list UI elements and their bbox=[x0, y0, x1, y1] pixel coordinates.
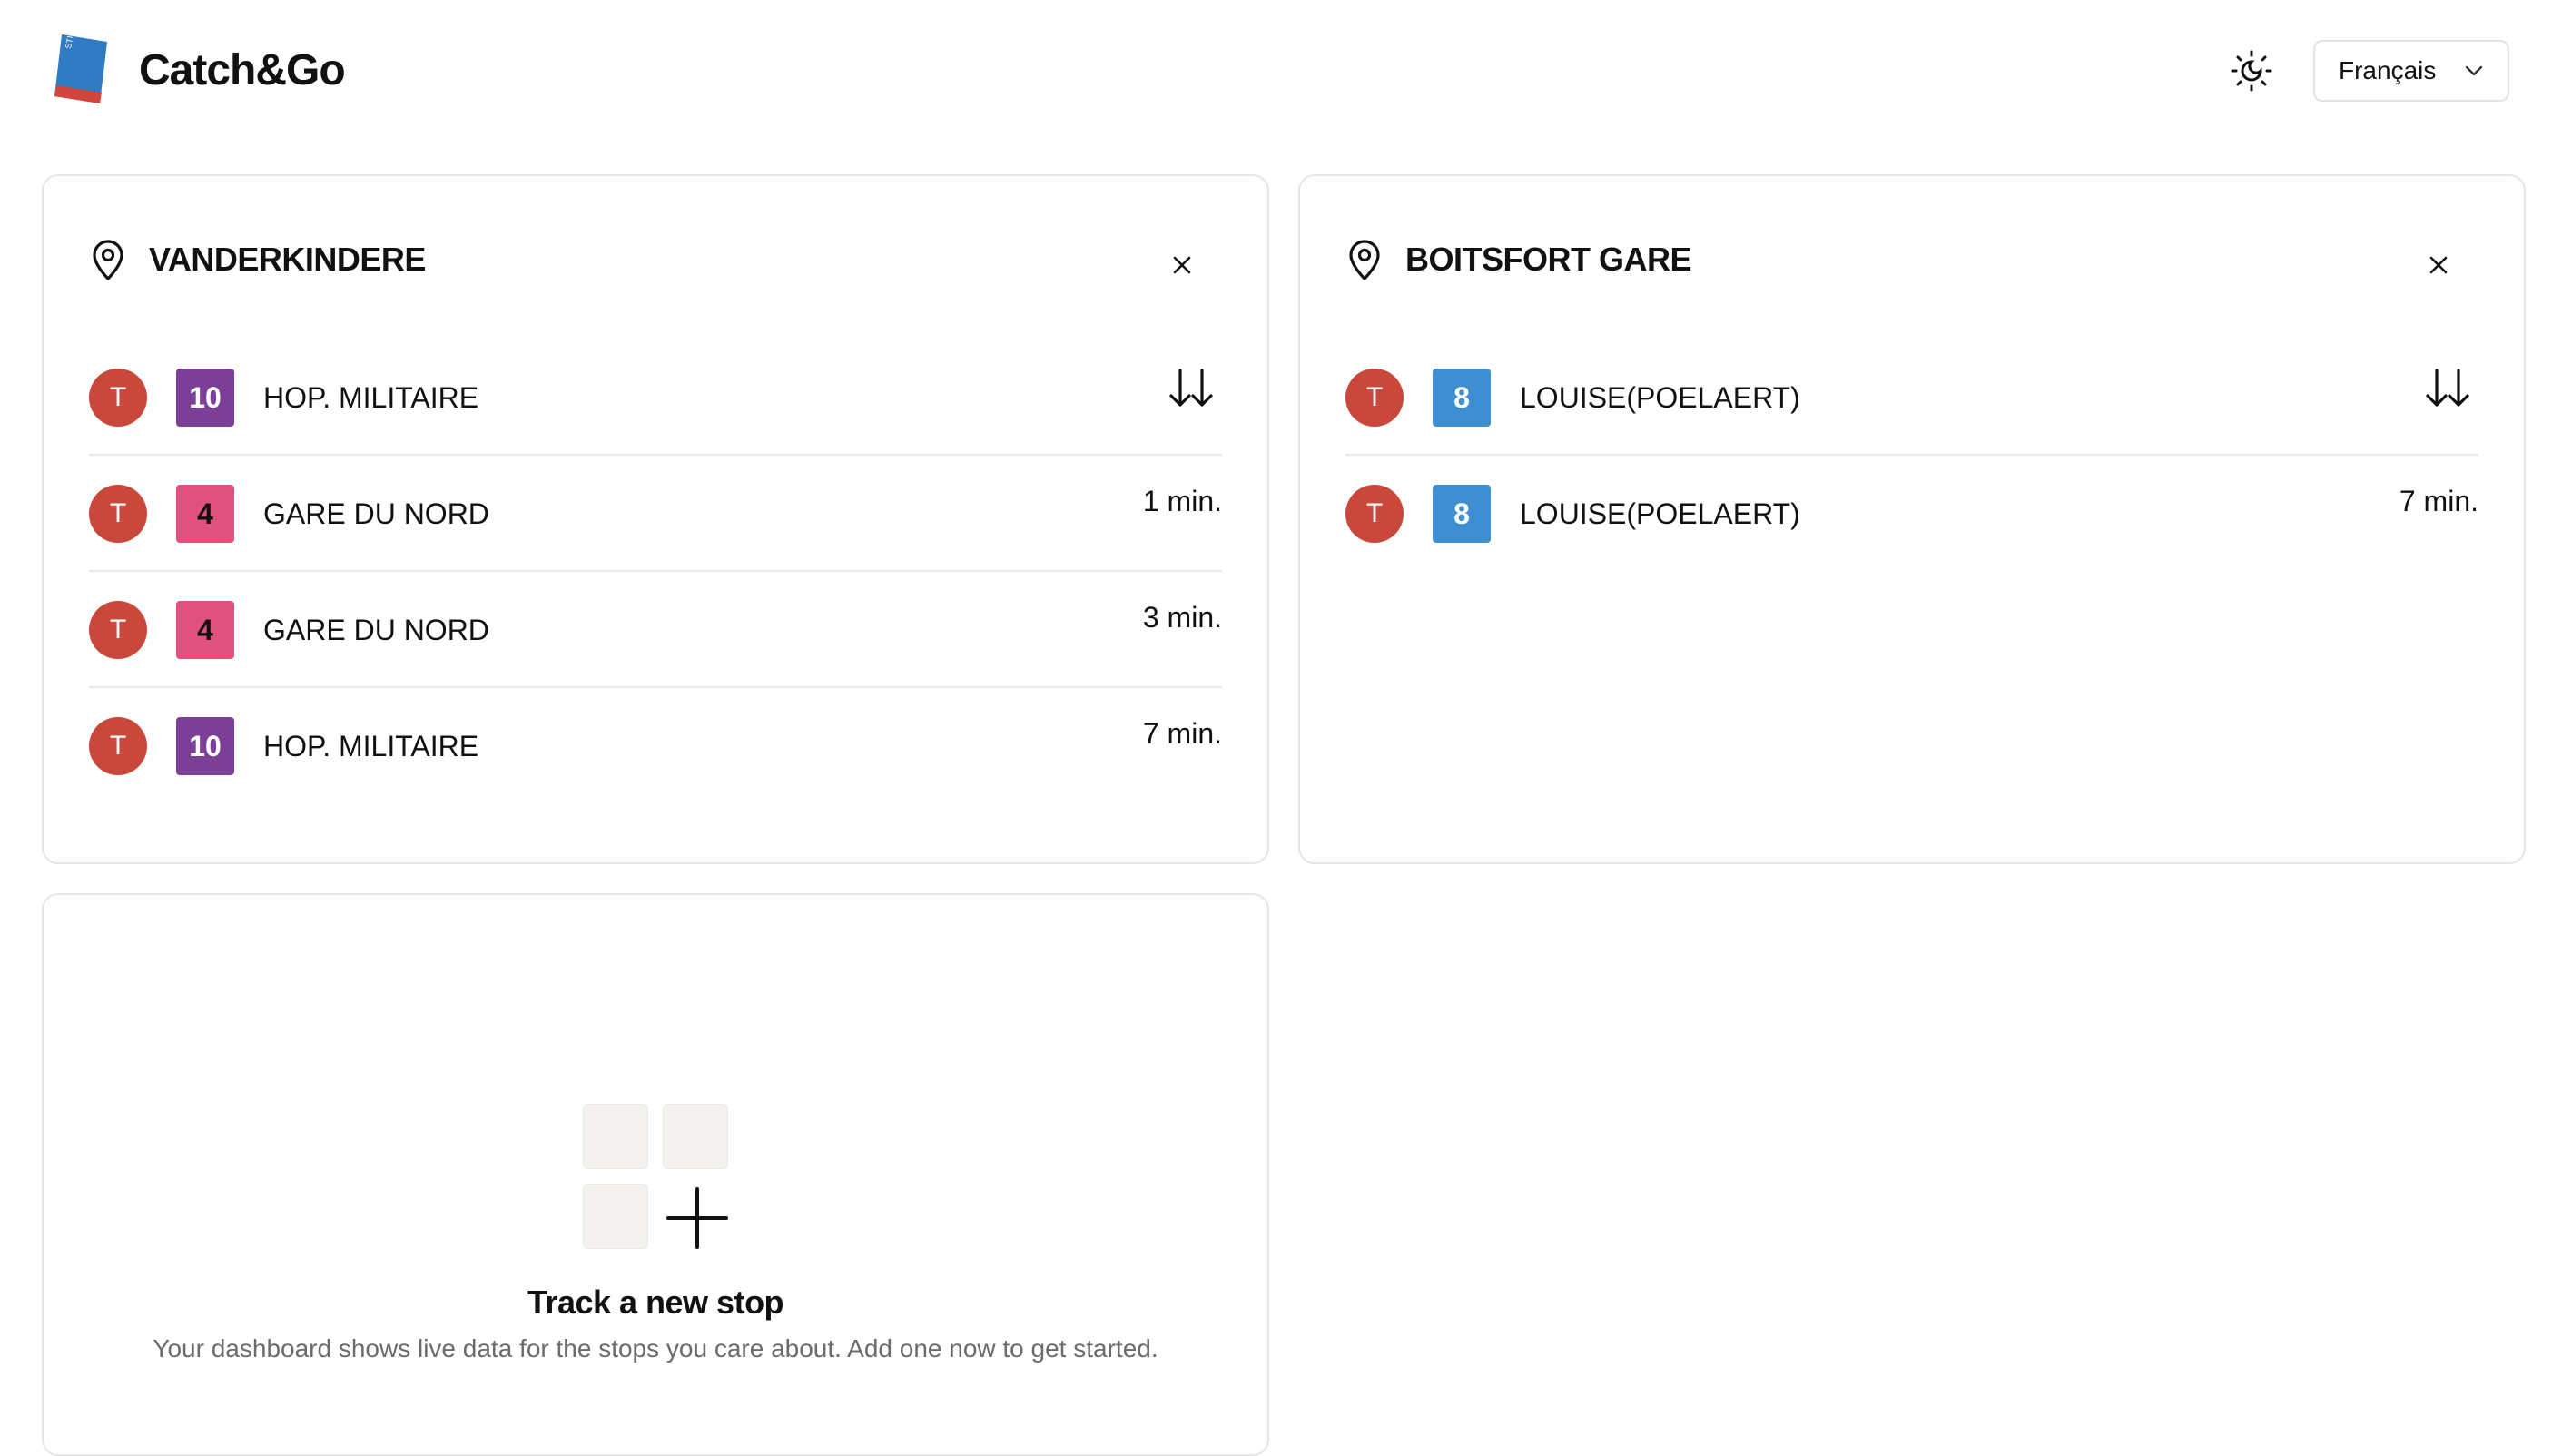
empty-state-description: Your dashboard shows live data for the s… bbox=[153, 1334, 1158, 1363]
departure-list: T 10 HOP. MILITAIRE T 4 GARE DU NORD 1 m… bbox=[89, 339, 1222, 802]
add-stop-card[interactable]: Track a new stop Your dashboard shows li… bbox=[42, 893, 1269, 1456]
departure-row: T 8 LOUISE(POELAERT) bbox=[1345, 339, 2478, 456]
destination-label: GARE DU NORD bbox=[263, 497, 489, 530]
placeholder-tile bbox=[583, 1184, 648, 1249]
language-select[interactable]: Français bbox=[2313, 40, 2509, 102]
stop-name: BOITSFORT GARE bbox=[1405, 241, 1692, 278]
line-number-badge: 4 bbox=[176, 601, 234, 659]
stop-name: VANDERKINDERE bbox=[149, 241, 426, 278]
stop-card: BOITSFORT GARE T 8 LOUISE(POELAERT) T 8 … bbox=[1298, 174, 2526, 864]
close-icon bbox=[1173, 256, 1191, 274]
map-pin-icon bbox=[93, 240, 123, 280]
stop-card-header: VANDERKINDERE bbox=[89, 227, 1222, 285]
sun-moon-icon bbox=[2231, 50, 2272, 92]
destination-label: HOP. MILITAIRE bbox=[263, 381, 479, 414]
remove-stop-button[interactable] bbox=[1164, 247, 1200, 283]
app-title: Catch&Go bbox=[139, 46, 346, 94]
stop-card-header: BOITSFORT GARE bbox=[1345, 227, 2478, 285]
transport-mode-badge: T bbox=[1345, 369, 1404, 427]
departure-row: T 4 GARE DU NORD 1 min. bbox=[89, 456, 1222, 572]
line-number-badge: 8 bbox=[1433, 485, 1491, 543]
chevron-down-icon bbox=[2465, 65, 2483, 76]
departure-time: 7 min. bbox=[1142, 717, 1222, 750]
close-icon bbox=[2429, 256, 2448, 274]
sort-arrows-icon[interactable] bbox=[2422, 363, 2473, 414]
empty-state-title: Track a new stop bbox=[527, 1284, 784, 1321]
line-number-badge: 10 bbox=[176, 717, 234, 775]
transport-mode-badge: T bbox=[89, 717, 147, 775]
language-select-value: Français bbox=[2339, 56, 2437, 84]
stib-logo: STIB MIVB bbox=[54, 31, 107, 103]
placeholder-tile bbox=[663, 1104, 728, 1169]
plus-icon[interactable] bbox=[665, 1185, 730, 1251]
departure-row: T 10 HOP. MILITAIRE bbox=[89, 339, 1222, 456]
line-number-badge: 10 bbox=[176, 369, 234, 427]
line-number-badge: 4 bbox=[176, 485, 234, 543]
transport-mode-badge: T bbox=[89, 485, 147, 543]
remove-stop-button[interactable] bbox=[2420, 247, 2457, 283]
departure-time: 1 min. bbox=[1142, 485, 1222, 517]
departure-list: T 8 LOUISE(POELAERT) T 8 LOUISE(POELAERT… bbox=[1345, 339, 2478, 570]
map-pin-icon bbox=[1349, 240, 1380, 280]
sort-arrows-icon[interactable] bbox=[1166, 363, 1217, 414]
destination-label: HOP. MILITAIRE bbox=[263, 730, 479, 762]
departure-row: T 10 HOP. MILITAIRE 7 min. bbox=[89, 688, 1222, 802]
transport-mode-badge: T bbox=[89, 601, 147, 659]
line-number-badge: 8 bbox=[1433, 369, 1491, 427]
destination-label: LOUISE(POELAERT) bbox=[1520, 381, 1800, 414]
transport-mode-badge: T bbox=[1345, 485, 1404, 543]
header: STIB MIVB Catch&Go Français bbox=[0, 0, 2562, 145]
departure-row: T 4 GARE DU NORD 3 min. bbox=[89, 572, 1222, 688]
placeholder-tile bbox=[583, 1104, 648, 1169]
destination-label: LOUISE(POELAERT) bbox=[1520, 497, 1800, 530]
dashboard-page: STIB MIVB Catch&Go Français bbox=[0, 0, 2562, 1456]
departure-time: 7 min. bbox=[2399, 485, 2478, 517]
transport-mode-badge: T bbox=[89, 369, 147, 427]
stop-card: VANDERKINDERE T 10 HOP. MILITAIRE T 4 GA… bbox=[42, 174, 1269, 864]
departure-time: 3 min. bbox=[1142, 601, 1222, 634]
theme-toggle-button[interactable] bbox=[2226, 45, 2277, 96]
add-stop-illustration bbox=[583, 1104, 734, 1254]
departure-row: T 8 LOUISE(POELAERT) 7 min. bbox=[1345, 456, 2478, 570]
destination-label: GARE DU NORD bbox=[263, 614, 489, 646]
